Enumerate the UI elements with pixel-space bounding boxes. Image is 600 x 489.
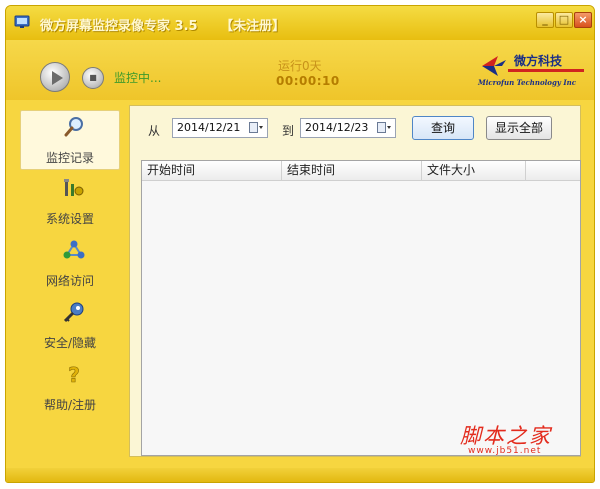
svg-text:?: ? (68, 363, 80, 386)
column-header-file-size[interactable]: 文件大小 (422, 161, 526, 181)
to-date-value: 2014/12/23 (305, 121, 369, 134)
run-timer: 00:00:10 (276, 74, 340, 88)
column-header-end-time[interactable]: 结束时间 (282, 161, 422, 181)
from-label: 从 (148, 124, 161, 138)
title-bar[interactable]: 微方屏幕监控录像专家 3.5 【未注册】 _ □ × (6, 6, 594, 40)
app-icon (14, 15, 30, 28)
sidebar-item-monitor-records[interactable]: 监控记录 (20, 110, 120, 170)
brand-logo: 微方科技 Microfun Technology Inc (474, 52, 586, 92)
key-icon (63, 302, 84, 323)
sidebar-item-label: 安全/隐藏 (43, 336, 97, 350)
record-button[interactable]: ■ (82, 67, 104, 89)
watermark: 脚本之家 www.jb51.net (460, 420, 590, 460)
sidebar-item-help-register[interactable]: ? 帮助/注册 (20, 358, 120, 418)
play-button[interactable] (40, 62, 70, 92)
sidebar-item-security-hide[interactable]: 安全/隐藏 (20, 296, 120, 356)
sidebar: 监控记录 系统设置 网络访问 安全/隐藏 ? 帮助/注册 (20, 100, 120, 452)
app-title: 微方屏幕监控录像专家 3.5 (40, 19, 198, 34)
brand-underline (508, 69, 584, 72)
close-button[interactable]: × (574, 12, 592, 28)
records-table[interactable]: 开始时间 结束时间 文件大小 (141, 160, 581, 456)
from-date-picker[interactable]: 2014/12/21 (172, 118, 268, 138)
date-filter: 从 2014/12/21 到 2014/12/23 查询 显示全部 (130, 106, 580, 146)
to-label: 到 (282, 124, 295, 138)
column-header-start-time[interactable]: 开始时间 (142, 161, 282, 181)
sidebar-item-label: 系统设置 (45, 212, 94, 226)
network-icon (63, 240, 85, 259)
registration-status: 【未注册】 (220, 19, 286, 34)
brand-subtitle: Microfun Technology Inc (478, 78, 576, 87)
watermark-url: www.jb51.net (468, 446, 542, 456)
sidebar-item-label: 帮助/注册 (43, 398, 97, 412)
query-button[interactable]: 查询 (412, 116, 474, 140)
sidebar-item-label: 网络访问 (45, 274, 94, 288)
window-title: 微方屏幕监控录像专家 3.5 【未注册】 (40, 15, 285, 34)
main-panel: 从 2014/12/21 到 2014/12/23 查询 显示全部 开始时间 结… (129, 105, 581, 457)
tools-icon (64, 179, 84, 196)
status-bar (6, 468, 594, 482)
calendar-dropdown-icon[interactable] (249, 122, 263, 134)
monitor-status: 监控中... (114, 71, 162, 85)
toolbar: ■ 监控中... 运行0天 00:00:10 微方科技 Microfun Tec… (6, 40, 594, 100)
brand-mark-icon (482, 56, 506, 76)
maximize-button[interactable]: □ (555, 12, 573, 28)
question-icon: ? (68, 363, 80, 386)
minimize-button[interactable]: _ (536, 12, 554, 28)
show-all-button[interactable]: 显示全部 (486, 116, 552, 140)
magnifier-icon (64, 117, 83, 137)
calendar-dropdown-icon[interactable] (377, 122, 391, 134)
brand-name: 微方科技 (514, 54, 563, 68)
app-window: 微方屏幕监控录像专家 3.5 【未注册】 _ □ × ■ 监控中... 运行0天… (5, 5, 595, 483)
sidebar-item-network-access[interactable]: 网络访问 (20, 234, 120, 294)
run-days: 运行0天 (278, 59, 322, 73)
to-date-picker[interactable]: 2014/12/23 (300, 118, 396, 138)
table-header: 开始时间 结束时间 文件大小 (142, 161, 580, 181)
from-date-value: 2014/12/21 (177, 121, 241, 134)
sidebar-item-label: 监控记录 (45, 151, 94, 165)
sidebar-item-system-settings[interactable]: 系统设置 (20, 172, 120, 232)
